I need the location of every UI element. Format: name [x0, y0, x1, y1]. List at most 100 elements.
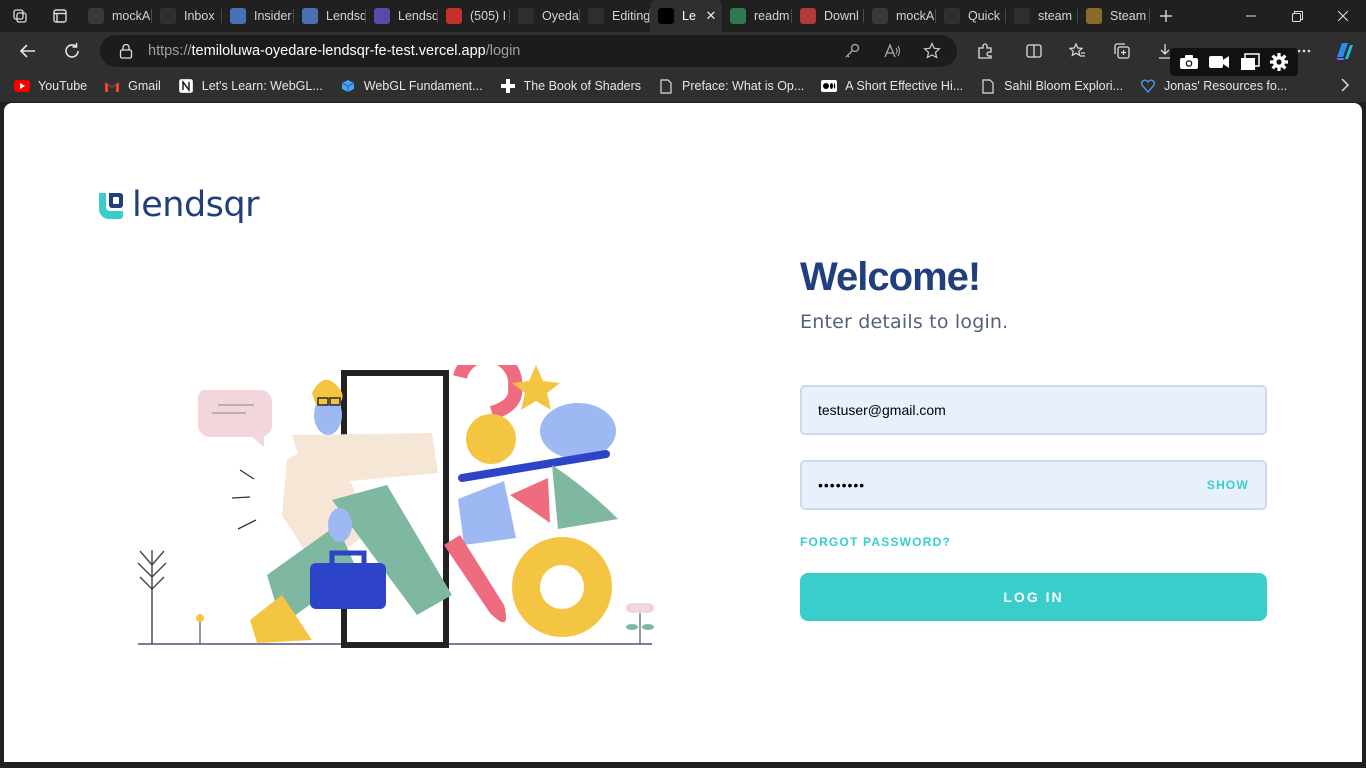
refresh-icon [65, 43, 79, 58]
tab-actions-button[interactable] [40, 0, 80, 32]
favorite-label: The Book of Shaders [523, 79, 642, 93]
url-path: /login [485, 43, 521, 59]
sheets-icon [730, 8, 746, 24]
password-field[interactable]: •••••••• SHOW [800, 460, 1267, 510]
favorite-item[interactable]: Preface: What is Op... [658, 78, 804, 94]
refresh-button[interactable] [56, 35, 88, 67]
favorites-button[interactable] [1061, 35, 1093, 67]
download-site-icon [800, 8, 816, 24]
favorite-item[interactable]: Jonas' Resources fo... [1140, 78, 1287, 94]
chevron-right-icon[interactable] [1340, 78, 1350, 95]
favorite-label: Jonas' Resources fo... [1163, 79, 1288, 93]
tab[interactable]: (505) I [438, 0, 510, 32]
login-form: Welcome! Enter details to login. testuse… [800, 253, 1267, 621]
tab[interactable]: Downl [792, 0, 864, 32]
close-icon [1338, 11, 1348, 21]
favorite-star-icon[interactable] [922, 41, 942, 61]
tab[interactable]: Inbox [152, 0, 222, 32]
login-illustration [137, 365, 654, 648]
tab[interactable]: Insider [222, 0, 294, 32]
window-capture-icon[interactable] [1240, 53, 1260, 71]
back-button[interactable] [12, 35, 44, 67]
gmail-icon [160, 8, 176, 24]
workspaces-button[interactable] [0, 0, 40, 32]
brand-wordmark: lendsqr [132, 185, 260, 225]
url-host: temiloluwa-oyedare-lendsqr-fe-test.verce… [191, 43, 486, 59]
tab-strip: mockA Inbox Insider Lendsq Lendsq (505) I Oyed… [0, 0, 1366, 32]
favorite-item[interactable]: WebGL Fundament... [340, 78, 483, 94]
forgot-password-link[interactable]: FORGOT PASSWORD? [800, 535, 951, 549]
show-password-button[interactable]: SHOW [1207, 478, 1249, 492]
login-button[interactable]: LOG IN [800, 573, 1267, 621]
tab[interactable]: Oyeda [510, 0, 580, 32]
collections-icon [1114, 43, 1130, 59]
workspaces-icon [13, 9, 27, 23]
tab-label: Insider [254, 9, 292, 23]
lock-icon[interactable] [116, 41, 136, 61]
plus-icon [1160, 10, 1172, 22]
tab-label: Lendsq [326, 9, 366, 23]
address-bar[interactable]: https://temiloluwa-oyedare-lendsqr-fe-te… [100, 35, 957, 67]
close-tab-icon[interactable]: ✕ [704, 8, 718, 24]
lendsqr-logo[interactable]: lendsqr [98, 185, 260, 225]
favorite-label: Gmail [128, 79, 161, 93]
screen-capture-toolbar [1170, 48, 1298, 76]
tab[interactable]: Editing [580, 0, 650, 32]
plus-cross-icon [500, 78, 516, 94]
notion-icon [178, 78, 194, 94]
tab[interactable]: mockA [80, 0, 152, 32]
tab[interactable]: Quick [936, 0, 1006, 32]
camera-icon[interactable] [1179, 54, 1199, 70]
favorite-label: Sahil Bloom Explori... [1004, 79, 1123, 93]
tab-active[interactable]: Le ✕ [650, 0, 722, 32]
copilot-button[interactable] [1328, 35, 1360, 67]
close-window-button[interactable] [1320, 0, 1366, 32]
page-icon [980, 78, 996, 94]
mockapi-icon [872, 8, 888, 24]
favorite-item[interactable]: YouTube [14, 78, 87, 94]
favorite-item[interactable]: Gmail [104, 78, 161, 94]
favorite-label: WebGL Fundament... [363, 79, 483, 93]
tab[interactable]: readm [722, 0, 792, 32]
tab-label: mockA [112, 9, 151, 23]
docs-icon [302, 8, 318, 24]
gear-icon[interactable] [1269, 52, 1289, 72]
cube-icon [340, 78, 356, 94]
tab-label: mockA [896, 9, 935, 23]
restore-button[interactable] [1274, 0, 1320, 32]
restore-icon [1291, 10, 1303, 22]
tab[interactable]: mockA [864, 0, 936, 32]
tab[interactable]: Lendsq [294, 0, 366, 32]
collections-button[interactable] [1106, 35, 1138, 67]
minimize-button[interactable] [1228, 0, 1274, 32]
password-key-icon[interactable] [842, 41, 862, 61]
tab-label: Downl [824, 9, 859, 23]
plant-icon [137, 550, 167, 644]
puzzle-icon [978, 43, 992, 59]
github-icon [588, 8, 604, 24]
copilot-icon [1336, 43, 1353, 60]
youtube-icon [446, 8, 462, 24]
tab-list: mockA Inbox Insider Lendsq Lendsq (505) I Oyed… [80, 0, 1150, 32]
tab-label: steam [1038, 9, 1073, 23]
tab[interactable]: Lendsq [366, 0, 438, 32]
video-camera-icon[interactable] [1208, 54, 1230, 70]
favorite-item[interactable]: The Book of Shaders [500, 78, 641, 94]
new-tab-button[interactable] [1150, 0, 1182, 32]
medium-icon [821, 78, 838, 94]
favorite-item[interactable]: Sahil Bloom Explori... [980, 78, 1123, 94]
tab[interactable]: Steam [1078, 0, 1150, 32]
lendsqr-logo-icon [99, 192, 123, 219]
favorite-item[interactable]: Let's Learn: WebGL... [178, 78, 323, 94]
read-aloud-icon[interactable] [882, 41, 902, 61]
tab-label: Oyeda [542, 9, 579, 23]
email-field[interactable]: testuser@gmail.com [800, 385, 1267, 435]
favorite-label: YouTube [38, 79, 88, 93]
extensions-button[interactable] [969, 35, 1001, 67]
tab-label: Inbox [184, 9, 215, 23]
tab[interactable]: steam [1006, 0, 1078, 32]
favorites-list: YouTube Gmail Let's Learn: WebGL... WebGL F… [14, 78, 1304, 94]
favorite-item[interactable]: A Short Effective Hi... [821, 78, 963, 94]
github-icon [944, 8, 960, 24]
split-screen-button[interactable] [1018, 35, 1050, 67]
